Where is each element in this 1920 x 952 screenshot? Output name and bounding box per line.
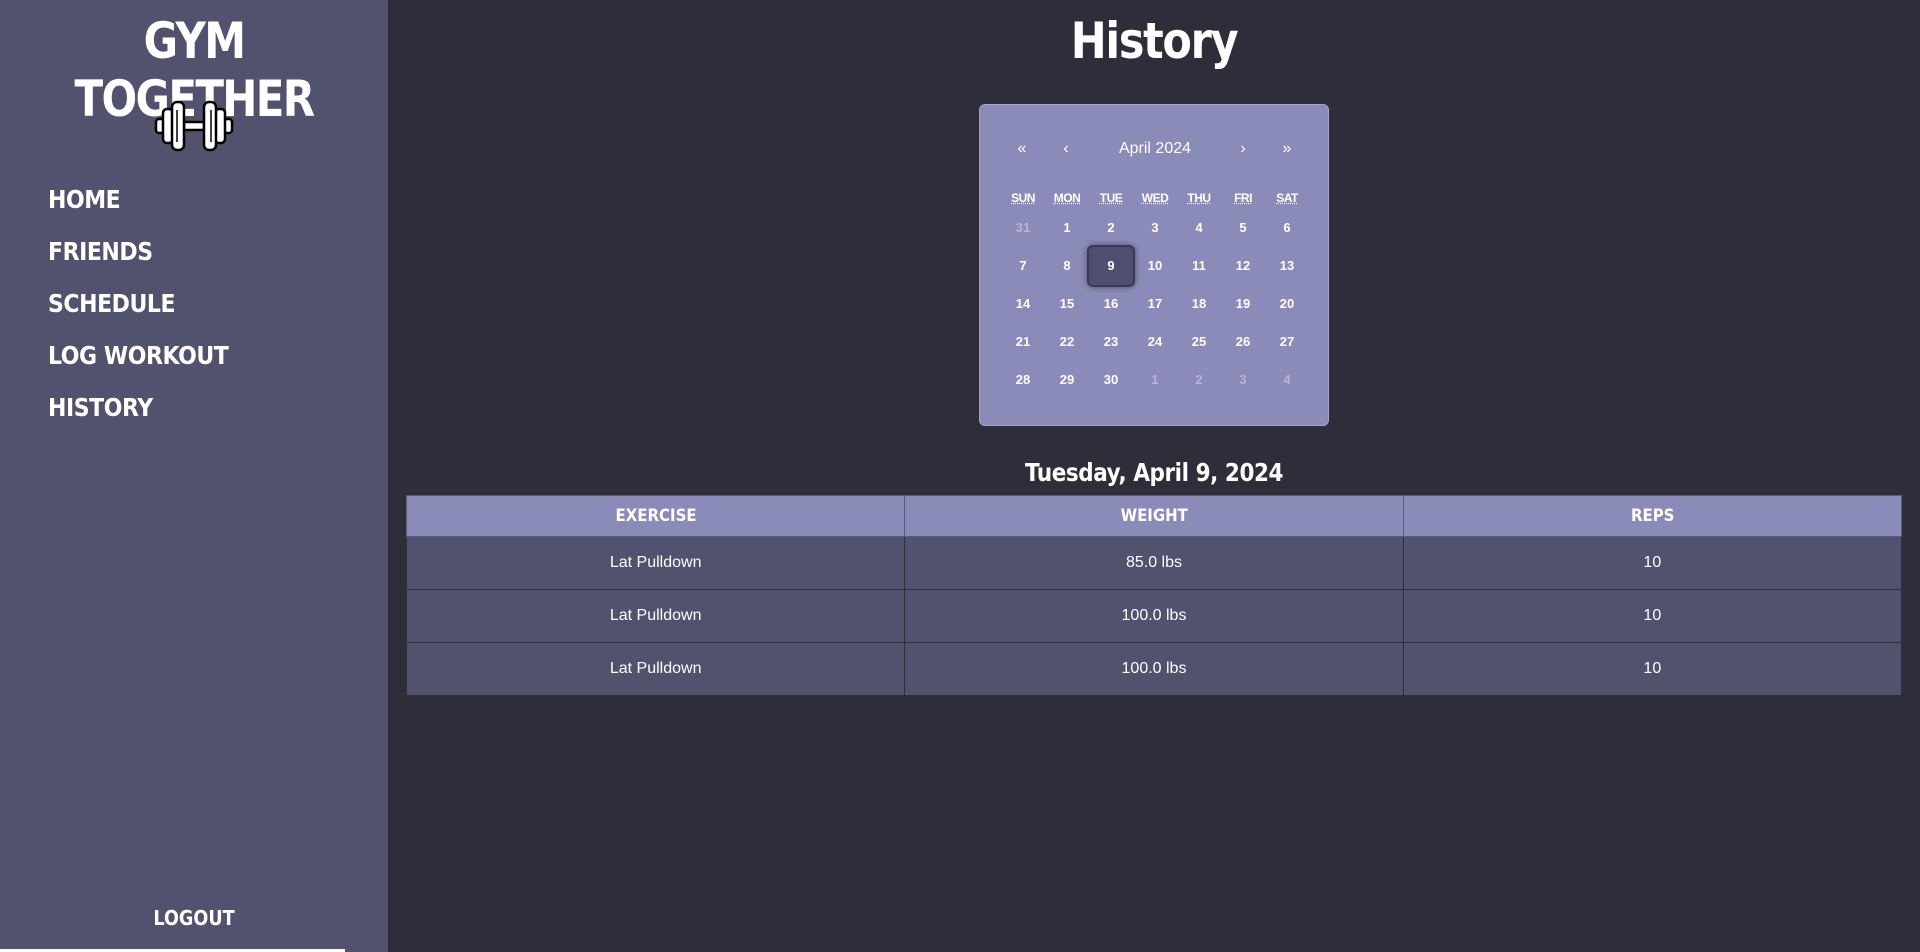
weekday-sat: SAT [1276, 191, 1298, 205]
workout-history-table: EXERCISE WEIGHT REPS Lat Pulldown 85.0 l… [405, 495, 1903, 696]
sidebar: GYM TOGETHER HOME FRIENDS SCHEDULE LOG W… [0, 0, 388, 952]
calendar-day[interactable]: 10 [1133, 247, 1177, 285]
calendar-day[interactable]: 17 [1133, 285, 1177, 323]
table-row: Lat Pulldown 100.0 lbs 10 [405, 589, 1903, 643]
table-row: Lat Pulldown 100.0 lbs 10 [405, 642, 1903, 696]
calendar-day[interactable]: 26 [1221, 323, 1265, 361]
calendar-day[interactable]: 30 [1089, 361, 1133, 399]
weight-cell: 100.0 lbs [904, 642, 1404, 696]
calendar-day[interactable]: 4 [1265, 361, 1309, 399]
column-header-exercise: EXERCISE [405, 495, 906, 537]
next-year-button[interactable]: » [1272, 135, 1302, 163]
table-row: Lat Pulldown 85.0 lbs 10 [405, 536, 1903, 590]
calendar-day[interactable]: 18 [1177, 285, 1221, 323]
page-title: History [1070, 12, 1239, 70]
calendar-day[interactable]: 1 [1045, 209, 1089, 247]
next-month-button[interactable]: › [1228, 135, 1258, 163]
calendar-day[interactable]: 2 [1089, 209, 1133, 247]
exercise-cell: Lat Pulldown [405, 642, 906, 696]
calendar-day[interactable]: 15 [1045, 285, 1089, 323]
calendar-day[interactable]: 21 [1001, 323, 1045, 361]
nav-history[interactable]: HISTORY [48, 390, 228, 442]
calendar-day[interactable]: 1 [1133, 361, 1177, 399]
nav-schedule[interactable]: SCHEDULE [48, 286, 228, 338]
exercise-cell: Lat Pulldown [405, 589, 906, 643]
column-header-weight: WEIGHT [904, 495, 1404, 537]
calendar-day[interactable]: 22 [1045, 323, 1089, 361]
weekday-fri: FRI [1234, 191, 1252, 205]
calendar-day[interactable]: 20 [1265, 285, 1309, 323]
calendar-day[interactable]: 16 [1089, 285, 1133, 323]
weekday-sun: SUN [1011, 191, 1035, 205]
calendar-day[interactable]: 14 [1001, 285, 1045, 323]
calendar-day[interactable]: 4 [1177, 209, 1221, 247]
weight-cell: 100.0 lbs [904, 589, 1404, 643]
reps-cell: 10 [1402, 536, 1903, 590]
calendar-day[interactable]: 24 [1133, 323, 1177, 361]
weekday-thu: THU [1187, 191, 1211, 205]
calendar-day[interactable]: 25 [1177, 323, 1221, 361]
calendar-day[interactable]: 11 [1177, 247, 1221, 285]
reps-cell: 10 [1402, 589, 1903, 643]
calendar-day[interactable]: 12 [1221, 247, 1265, 285]
calendar-day[interactable]: 13 [1265, 247, 1309, 285]
calendar-day-selected[interactable]: 9 [1089, 247, 1133, 285]
nav-friends[interactable]: FRIENDS [48, 234, 228, 286]
month-label[interactable]: April 2024 [1090, 135, 1220, 163]
selected-date-heading: Tuesday, April 9, 2024 [1024, 458, 1284, 487]
calendar: « ‹ April 2024 › » SUN MON TUE WED THU F… [979, 104, 1329, 426]
prev-month-button[interactable]: ‹ [1051, 135, 1081, 163]
table-header-row: EXERCISE WEIGHT REPS [405, 495, 1903, 537]
calendar-navigation: « ‹ April 2024 › » [980, 135, 1330, 163]
calendar-day[interactable]: 6 [1265, 209, 1309, 247]
weekday-mon: MON [1053, 191, 1081, 205]
calendar-day[interactable]: 27 [1265, 323, 1309, 361]
sidebar-nav: HOME FRIENDS SCHEDULE LOG WORKOUT HISTOR… [48, 182, 253, 442]
calendar-day[interactable]: 19 [1221, 285, 1265, 323]
calendar-day[interactable]: 29 [1045, 361, 1089, 399]
logout-button[interactable]: LOGOUT [23, 906, 364, 930]
calendar-day[interactable]: 28 [1001, 361, 1045, 399]
prev-year-button[interactable]: « [1007, 135, 1037, 163]
reps-cell: 10 [1402, 642, 1903, 696]
column-header-reps: REPS [1402, 495, 1903, 537]
weekday-wed: WED [1141, 191, 1169, 205]
calendar-day[interactable]: 23 [1089, 323, 1133, 361]
calendar-day[interactable]: 8 [1045, 247, 1089, 285]
calendar-day[interactable]: 5 [1221, 209, 1265, 247]
dumbbell-icon [154, 100, 234, 152]
nav-log-workout[interactable]: LOG WORKOUT [48, 338, 229, 390]
calendar-day[interactable]: 7 [1001, 247, 1045, 285]
calendar-days: 31 1 2 3 4 5 6 7 8 9 10 11 12 13 14 15 1… [980, 209, 1330, 409]
calendar-day[interactable]: 2 [1177, 361, 1221, 399]
calendar-day[interactable]: 3 [1221, 361, 1265, 399]
nav-home[interactable]: HOME [48, 182, 228, 234]
exercise-cell: Lat Pulldown [405, 536, 906, 590]
weight-cell: 85.0 lbs [904, 536, 1404, 590]
weekday-tue: TUE [1099, 191, 1123, 205]
calendar-day[interactable]: 3 [1133, 209, 1177, 247]
calendar-day[interactable]: 31 [1001, 209, 1045, 247]
